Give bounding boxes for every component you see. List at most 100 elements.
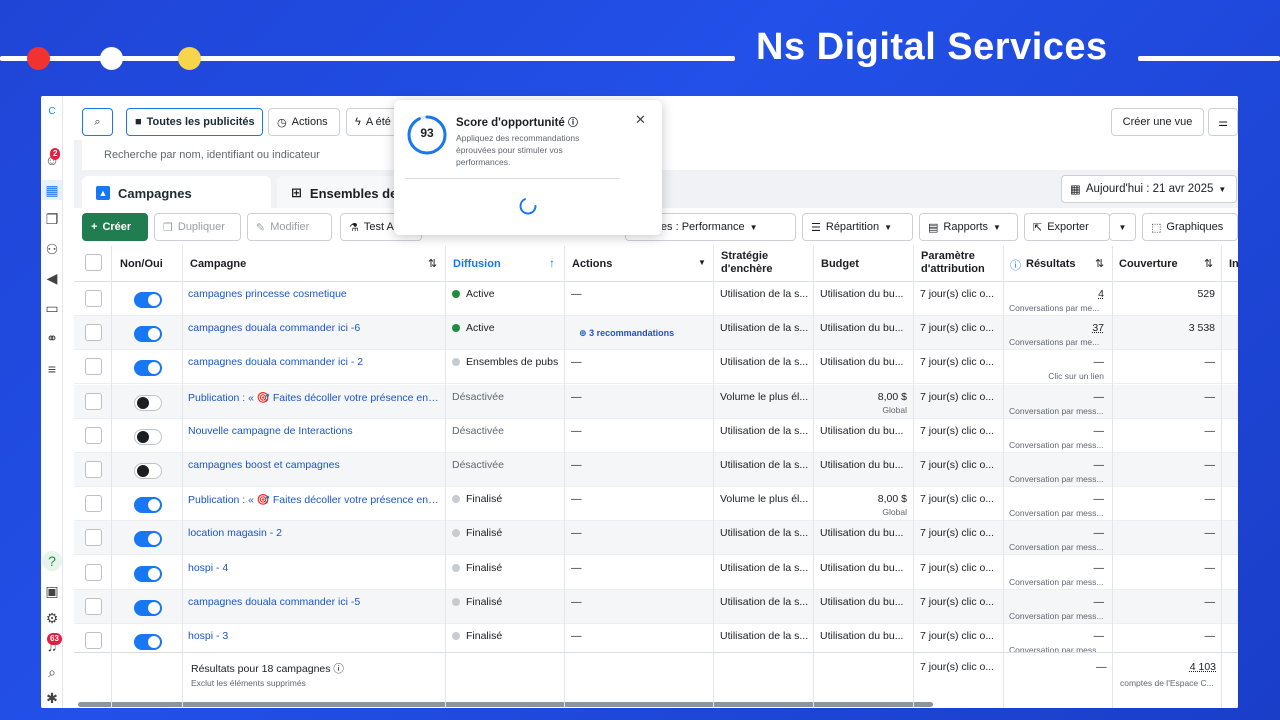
help-icon[interactable]: ? (42, 551, 62, 571)
table-row[interactable]: campagnes douala commander ici -6 Active ⊕… (74, 316, 1238, 351)
tab-campaigns[interactable]: ▲ Campagnes (82, 176, 271, 210)
col-coverage[interactable]: Couverture (1119, 258, 1178, 270)
info-icon[interactable]: ⓘ (568, 118, 578, 129)
campaign-toggle[interactable] (134, 463, 162, 479)
campaign-name[interactable]: campagnes boost et campagnes (188, 459, 440, 471)
pages-icon[interactable]: ❐ (42, 209, 62, 229)
col-delivery[interactable]: Diffusion (453, 258, 501, 270)
bug-icon[interactable]: ✱ (42, 688, 62, 708)
campaign-name[interactable]: campagnes princesse cosmetique (188, 288, 440, 300)
modify-button[interactable]: ✎ Modifier (247, 213, 332, 241)
export-button[interactable]: ⇱ Exporter (1024, 213, 1110, 241)
export-menu-button[interactable]: ▼ (1109, 213, 1136, 241)
sort-icon[interactable]: ⇅ (1095, 257, 1104, 270)
row-checkbox[interactable] (85, 597, 102, 615)
status-dot (452, 597, 460, 606)
sort-icon[interactable]: ⇅ (428, 257, 437, 270)
campaign-name[interactable]: hospi - 4 (188, 562, 440, 574)
campaign-toggle[interactable] (134, 634, 162, 650)
campaign-name[interactable]: location magasin - 2 (188, 527, 440, 539)
campaign-toggle[interactable] (134, 394, 162, 411)
chart-icon: ⬚ (1151, 221, 1162, 234)
campaign-name[interactable]: campagnes douala commander ici -6 (188, 322, 440, 334)
summary-coverage-sub: comptes de l'Espace C... (1120, 678, 1214, 688)
col-onoff[interactable]: Non/Oui (120, 258, 163, 270)
sliders-button[interactable]: ⚌ (1208, 108, 1238, 136)
billing-icon[interactable]: ▭ (42, 298, 62, 318)
campaign-toggle[interactable] (134, 360, 162, 377)
search-button[interactable]: ⌕ (82, 108, 113, 136)
network-icon[interactable]: ⚭ (42, 328, 62, 348)
campaign-name[interactable]: Nouvelle campagne de Interactions (188, 425, 440, 437)
chevron-down-icon[interactable]: ▼ (698, 258, 706, 267)
row-checkbox[interactable] (85, 495, 102, 513)
account-icon[interactable]: C (42, 102, 62, 122)
table-icon[interactable]: ▦ (42, 180, 62, 200)
table-row[interactable]: campagnes princesse cosmetique Active — Uti… (74, 282, 1238, 316)
campaign-name[interactable]: Publication : « 🎯 Faites décoller votre … (188, 391, 440, 404)
campaign-toggle[interactable] (134, 599, 162, 616)
sort-up-icon[interactable]: ↑ (549, 256, 555, 270)
col-budget[interactable]: Budget (821, 258, 859, 270)
reports-dropdown[interactable]: ▤ Rapports ▼ (919, 213, 1018, 241)
info-icon[interactable]: ⓘ (333, 663, 344, 675)
campaign-toggle[interactable] (134, 326, 162, 343)
col-more[interactable]: In (1229, 258, 1238, 270)
info-icon[interactable]: ⓘ (1010, 257, 1021, 273)
row-checkbox[interactable] (85, 426, 102, 444)
campaign-toggle[interactable] (134, 428, 162, 445)
horizontal-scrollbar[interactable] (78, 702, 933, 707)
close-icon[interactable]: ✕ (635, 112, 646, 128)
campaign-name[interactable]: campagnes douala commander ici -5 (188, 596, 440, 608)
search-icon[interactable]: ⌕ (42, 662, 62, 682)
campaign-toggle[interactable] (134, 292, 162, 308)
campaign-name[interactable]: hospi - 3 (188, 630, 440, 642)
summary-result: — (1096, 661, 1107, 673)
table-row[interactable]: Publication : « 🎯 Faites décoller votre … (74, 384, 1238, 419)
export-icon: ⇱ (1033, 221, 1043, 234)
col-divider (182, 246, 183, 708)
toggle-knob (148, 499, 160, 512)
menu-icon[interactable]: ≡ (42, 359, 62, 379)
col-campaign[interactable]: Campagne (190, 258, 246, 270)
contact-icon[interactable]: ▣ (42, 581, 62, 601)
row-checkbox[interactable] (85, 290, 102, 307)
settings-icon[interactable]: ⚙ (42, 608, 62, 628)
col-actions[interactable]: Actions (572, 258, 612, 270)
row-checkbox[interactable] (85, 392, 102, 410)
breakdown-dropdown[interactable]: ☰ Répartition ▼ (802, 213, 913, 241)
table-row[interactable]: Nouvelle campagne de Interactions Désacti… (74, 419, 1238, 453)
table-row[interactable]: campagnes boost et campagnes Désactivée — U… (74, 453, 1238, 487)
audience-icon[interactable]: ⚇ (42, 239, 62, 259)
campaign-toggle[interactable] (134, 565, 162, 582)
table-row[interactable]: location magasin - 2 Finalisé — Utilisation… (74, 521, 1238, 556)
col-results[interactable]: Résultats (1026, 258, 1076, 270)
recommendations-link[interactable]: ⊕ 3 recommandations (579, 328, 674, 339)
actions-filter[interactable]: ◷ Actions (268, 108, 340, 136)
row-checkbox[interactable] (85, 358, 102, 376)
campaign-name[interactable]: Publication : « 🎯 Faites décoller votre … (188, 493, 440, 506)
select-all-checkbox[interactable] (85, 254, 102, 271)
col-strategy[interactable]: Stratégie d'enchère (721, 250, 801, 276)
col-attribution[interactable]: Paramètre d'attribution (921, 250, 1001, 276)
all-ads-filter[interactable]: ■ Toutes les publicités (126, 108, 263, 136)
table-row[interactable]: campagnes douala commander ici -5 Finalis… (74, 589, 1238, 624)
table-row[interactable]: hospi - 4 Finalisé — Utilisation de la s...… (74, 556, 1238, 590)
table-row[interactable]: campagnes douala commander ici - 2 Ensemb… (74, 350, 1238, 385)
row-checkbox[interactable] (85, 324, 102, 342)
campaign-toggle[interactable] (134, 531, 162, 548)
row-checkbox[interactable] (85, 563, 102, 581)
campaign-toggle[interactable] (134, 497, 162, 514)
campaign-name[interactable]: campagnes douala commander ici - 2 (188, 356, 440, 368)
row-checkbox[interactable] (85, 529, 102, 547)
date-picker[interactable]: ▦ Aujourd'hui : 21 avr 2025 ▼ (1061, 175, 1237, 203)
row-checkbox[interactable] (85, 632, 102, 649)
create-view-button[interactable]: Créer une vue (1111, 108, 1204, 136)
table-row[interactable]: Publication : « 🎯 Faites décoller votre … (74, 487, 1238, 522)
row-checkbox[interactable] (85, 461, 102, 478)
megaphone-icon[interactable]: ◀ (42, 268, 62, 288)
create-button[interactable]: + Créer (82, 213, 148, 241)
sort-icon[interactable]: ⇅ (1204, 257, 1213, 270)
duplicate-button[interactable]: ❐ Dupliquer (154, 213, 241, 241)
charts-button[interactable]: ⬚ Graphiques (1142, 213, 1238, 241)
